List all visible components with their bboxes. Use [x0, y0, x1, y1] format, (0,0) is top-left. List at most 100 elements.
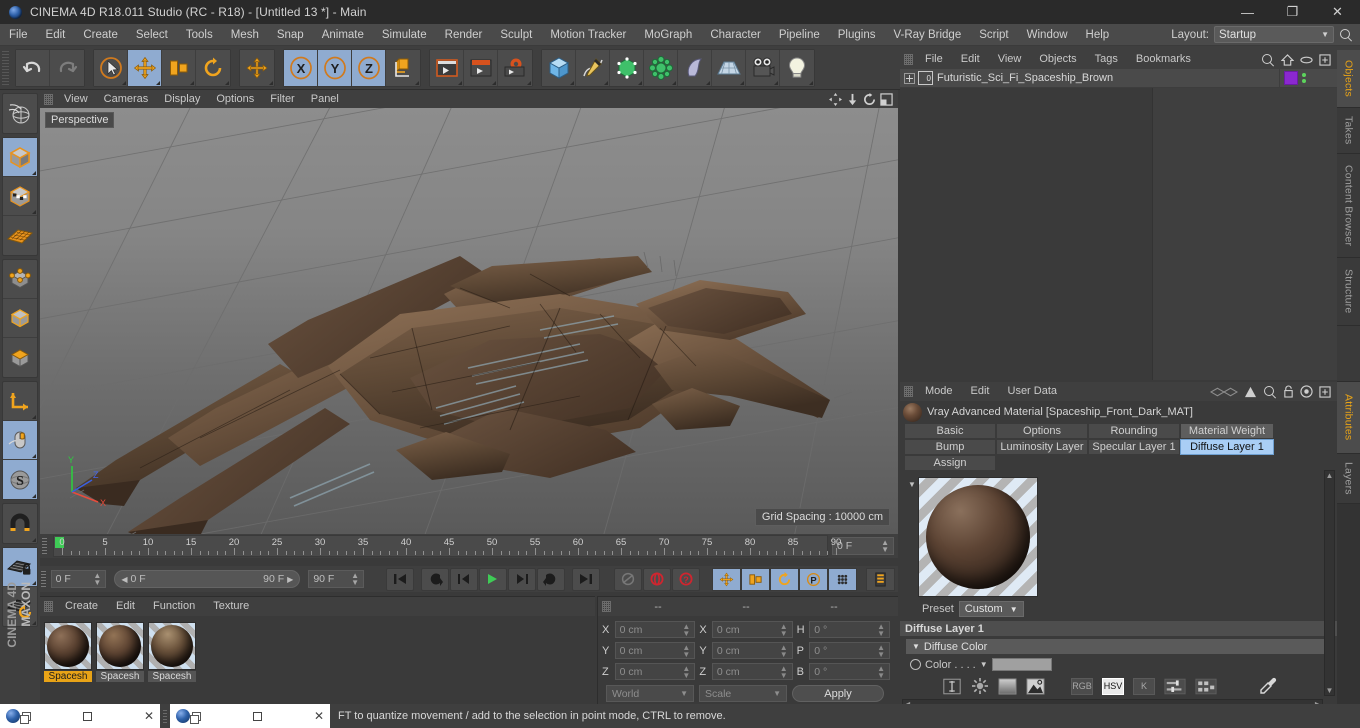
tab-assign[interactable]: Assign [904, 455, 996, 471]
add-light-button[interactable] [780, 49, 814, 86]
menu-vray-bridge[interactable]: V-Ray Bridge [884, 24, 970, 46]
coord-input-rot-b[interactable]: 0 ° ▲ ▼ [809, 663, 890, 680]
menu-motion-tracker[interactable]: Motion Tracker [541, 24, 635, 46]
material-swatch[interactable] [44, 622, 92, 670]
timeline-ruler[interactable]: 0 5 10 15 20 25 30 35 40 45 50 55 60 65 70 75 80 85 90 [53, 535, 841, 557]
record-active-objects-button[interactable] [643, 567, 671, 591]
tab-options[interactable]: Options [996, 423, 1088, 439]
spinner-icon[interactable]: ▲ ▼ [877, 664, 885, 679]
object-manager-grip[interactable] [904, 54, 913, 65]
coord-input-size-x[interactable]: 0 cm ▲ ▼ [711, 621, 793, 638]
material-swatch[interactable] [148, 622, 196, 670]
go-to-end-button[interactable] [572, 567, 600, 591]
transport-grip[interactable] [40, 567, 47, 591]
maximize-icon[interactable] [82, 711, 92, 721]
render-view-button[interactable] [430, 49, 464, 86]
attr-menu-mode[interactable]: Mode [916, 382, 962, 401]
viewport-menu-filter[interactable]: Filter [262, 90, 302, 108]
menu-select[interactable]: Select [127, 24, 177, 46]
right-arrow-icon[interactable]: ▶ [287, 575, 293, 584]
go-to-next-key-button[interactable] [537, 567, 565, 591]
spinner-icon[interactable]: ▲ ▼ [682, 664, 690, 679]
end-frame-field[interactable]: 90 F ▲ ▼ [308, 570, 364, 588]
left-arrow-icon[interactable]: ◀ [121, 575, 127, 584]
attr-menu-edit[interactable]: Edit [962, 382, 999, 401]
move-tool[interactable] [128, 49, 162, 86]
viewport-grip[interactable] [44, 93, 53, 105]
step-forward-button[interactable] [508, 567, 536, 591]
expand-icon[interactable] [904, 72, 915, 84]
object-menu-file[interactable]: File [916, 50, 952, 69]
add-spline-button[interactable] [576, 49, 610, 86]
history-nav-icon[interactable] [1210, 386, 1238, 398]
menu-pipeline[interactable]: Pipeline [770, 24, 829, 46]
tab-luminosity-layer[interactable]: Luminosity Layer [996, 439, 1088, 455]
spinner-icon[interactable]: ▲ ▼ [877, 622, 885, 637]
object-menu-tags[interactable]: Tags [1086, 50, 1127, 69]
keyframe-selection-button[interactable] [828, 567, 857, 591]
preset-select[interactable]: Custom ▼ [958, 601, 1024, 617]
play-button[interactable] [479, 567, 507, 591]
viewport-menu-cameras[interactable]: Cameras [96, 90, 157, 108]
color-mode-hsv-button[interactable]: HSV [1102, 677, 1124, 695]
current-frame-field[interactable]: 0 F ▲ ▼ [832, 537, 894, 555]
add-layer-icon[interactable] [1319, 53, 1331, 66]
dolly-icon[interactable] [846, 93, 859, 106]
object-row[interactable]: 0 Futuristic_Sci_Fi_Spaceship_Brown [900, 68, 1337, 88]
points-mode-button[interactable] [3, 260, 37, 299]
edges-mode-button[interactable] [3, 299, 37, 338]
menu-edit[interactable]: Edit [37, 24, 75, 46]
material-preview-box[interactable] [918, 477, 1038, 597]
close-button[interactable]: ✕ [1315, 0, 1360, 24]
coordinate-system-select[interactable]: World ▼ [606, 685, 694, 702]
gradient-icon[interactable] [998, 677, 1017, 695]
spinner-icon[interactable]: ▲ ▼ [682, 643, 690, 658]
live-selection-tool[interactable] [94, 49, 128, 86]
step-back-button[interactable] [450, 567, 478, 591]
render-settings-button[interactable] [498, 49, 532, 86]
soft-selection-button[interactable]: S [3, 460, 37, 499]
go-to-start-button[interactable] [386, 567, 414, 591]
scale-tool[interactable] [162, 49, 196, 86]
tab-material-weight[interactable]: Material Weight [1180, 423, 1274, 439]
coord-input-rot-h[interactable]: 0 ° ▲ ▼ [809, 621, 890, 638]
material-manager-grip[interactable] [44, 601, 53, 612]
material-menu-function[interactable]: Function [144, 597, 204, 616]
enable-axis-modification-button[interactable] [3, 382, 37, 421]
search-icon[interactable] [1263, 385, 1277, 399]
collapse-arrow-icon[interactable]: ▼ [908, 477, 918, 597]
color-mode-k-button[interactable]: K [1133, 677, 1155, 695]
material-item[interactable]: Spacesh [148, 622, 196, 706]
menu-mesh[interactable]: Mesh [222, 24, 268, 46]
color-wheel-icon[interactable] [971, 677, 989, 695]
coord-input-rot-p[interactable]: 0 ° ▲ ▼ [809, 642, 890, 659]
vertical-tab-blank[interactable] [1337, 326, 1360, 382]
close-icon[interactable]: ✕ [144, 710, 154, 722]
menu-character[interactable]: Character [701, 24, 770, 46]
workplane-mode-button[interactable] [3, 216, 37, 255]
tab-diffuse-layer-1[interactable]: Diffuse Layer 1 [1180, 439, 1274, 455]
vertical-tab-takes[interactable]: Takes [1337, 108, 1360, 154]
material-menu-edit[interactable]: Edit [107, 597, 144, 616]
record-position-button[interactable] [712, 567, 741, 591]
material-item[interactable]: Spacesh [44, 622, 92, 706]
menu-simulate[interactable]: Simulate [373, 24, 436, 46]
menu-sculpt[interactable]: Sculpt [491, 24, 541, 46]
menu-render[interactable]: Render [436, 24, 492, 46]
attr-menu-user-data[interactable]: User Data [999, 382, 1067, 401]
spinner-icon[interactable]: ▲ ▼ [93, 572, 101, 587]
color-swatches-icon[interactable] [1195, 678, 1217, 695]
spaceship-model[interactable] [40, 108, 898, 534]
maximize-viewport-icon[interactable] [880, 92, 893, 106]
menu-script[interactable]: Script [970, 24, 1017, 46]
maximize-button[interactable]: ❐ [1270, 0, 1315, 24]
spinner-icon[interactable]: ▲ ▼ [881, 539, 889, 554]
eye-icon[interactable] [1300, 55, 1313, 65]
viewport-menu-options[interactable]: Options [208, 90, 262, 108]
subsection-header[interactable]: ▼ Diffuse Color [906, 639, 1331, 654]
viewport-menu-display[interactable]: Display [156, 90, 208, 108]
menu-help[interactable]: Help [1077, 24, 1119, 46]
close-icon[interactable]: ✕ [314, 710, 324, 722]
start-frame-field[interactable]: 0 F ▲ ▼ [50, 570, 107, 588]
menu-window[interactable]: Window [1018, 24, 1077, 46]
